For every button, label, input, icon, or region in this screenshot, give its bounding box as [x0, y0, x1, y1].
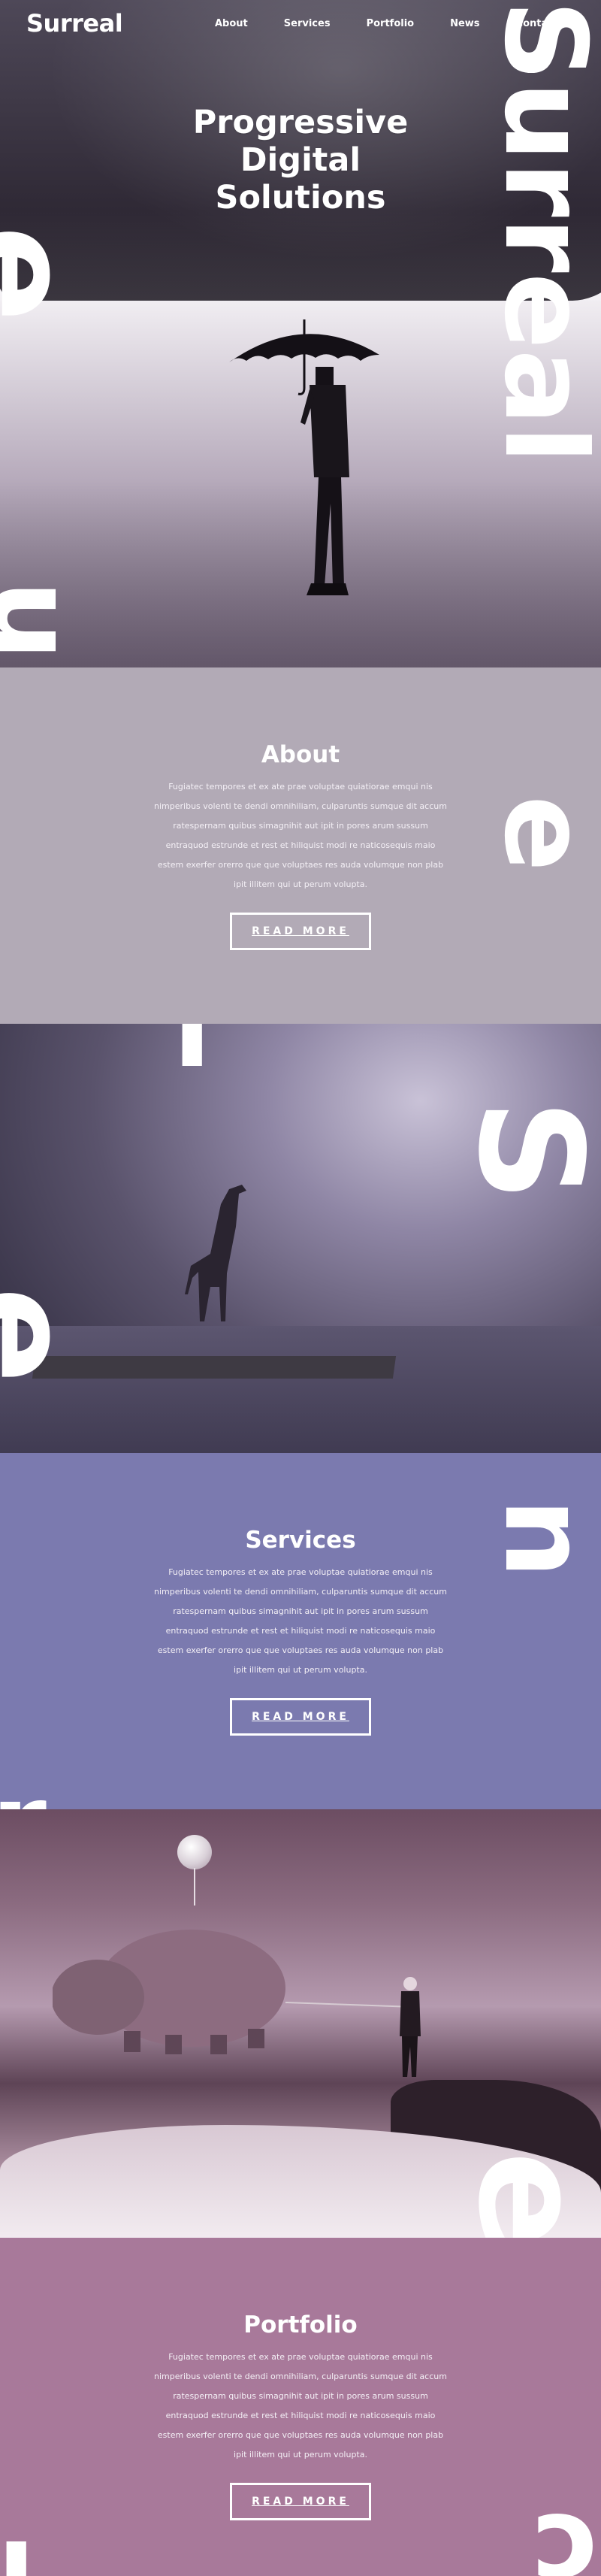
- services-title: Services: [245, 1527, 356, 1554]
- balloon-icon: [177, 1835, 212, 1869]
- services-text: Fugiatec tempores et ex ate prae volupta…: [154, 1567, 447, 1675]
- nav-item-contact[interactable]: Contact: [516, 18, 559, 29]
- man-holding-rope-illustration: [400, 1977, 421, 2077]
- portfolio-text: Fugiatec tempores et ex ate prae volupta…: [154, 2352, 447, 2459]
- hero-title-line-2: Digital: [240, 141, 361, 179]
- about-read-more-button[interactable]: READ MORE: [230, 913, 371, 950]
- content-column: Surreal About Services Portfolio News Co…: [0, 0, 601, 2576]
- portfolio-title: Portfolio: [243, 2311, 358, 2338]
- site-logo[interactable]: Surreal: [26, 9, 123, 38]
- giraffe-image-section: e S ı: [0, 1024, 601, 1453]
- about-text: Fugiatec tempores et ex ate prae volupta…: [154, 782, 447, 889]
- about-content: About Fugiatec tempores et ex ate prae v…: [0, 740, 601, 950]
- hero-title: Progressive Digital Solutions: [0, 104, 601, 216]
- decorative-letter-services-bottom-left: r: [0, 1769, 47, 1809]
- giraffe-on-raft-illustration: [185, 1185, 246, 1321]
- about-title: About: [261, 741, 340, 768]
- nav-item-about[interactable]: About: [215, 18, 248, 29]
- hippo-image-section: e: [0, 1809, 601, 2238]
- services-section: Services Fugiatec tempores et ex ate pra…: [0, 1453, 601, 1809]
- giraffe-sea: [0, 1326, 601, 1453]
- nav-links: About Services Portfolio News Contact: [215, 18, 594, 29]
- decorative-letter-about-bottom-left: ı: [0, 667, 35, 683]
- hero-title-line-3: Solutions: [215, 179, 386, 216]
- portfolio-read-more-button[interactable]: READ MORE: [230, 2483, 371, 2520]
- decorative-bar-giraffe: ı: [173, 1024, 212, 1093]
- nav-item-portfolio[interactable]: Portfolio: [367, 18, 415, 29]
- services-content: Services Fugiatec tempores et ex ate pra…: [0, 1525, 601, 1736]
- hippo-rope: [285, 2002, 406, 2008]
- about-section: About Fugiatec tempores et ex ate prae v…: [0, 667, 601, 1024]
- page: Surreal About Services Portfolio News Co…: [0, 0, 601, 2576]
- portfolio-content: Portfolio Fugiatec tempores et ex ate pr…: [0, 2310, 601, 2520]
- balloon-string: [194, 1868, 195, 1906]
- portfolio-section: Portfolio Fugiatec tempores et ex ate pr…: [0, 2238, 601, 2576]
- decorative-letter-giraffe-right: S: [447, 1099, 601, 1202]
- hero-section: Surreal About Services Portfolio News Co…: [0, 0, 601, 667]
- nav-item-services[interactable]: Services: [284, 18, 331, 29]
- umbrella-man-illustration: [225, 316, 398, 631]
- hero-title-line-1: Progressive: [192, 104, 409, 141]
- nav-item-news[interactable]: News: [450, 18, 479, 29]
- services-read-more-button[interactable]: READ MORE: [230, 1698, 371, 1736]
- floating-hippo-illustration: [53, 1930, 285, 2054]
- navigation-bar: Surreal About Services Portfolio News Co…: [0, 0, 601, 53]
